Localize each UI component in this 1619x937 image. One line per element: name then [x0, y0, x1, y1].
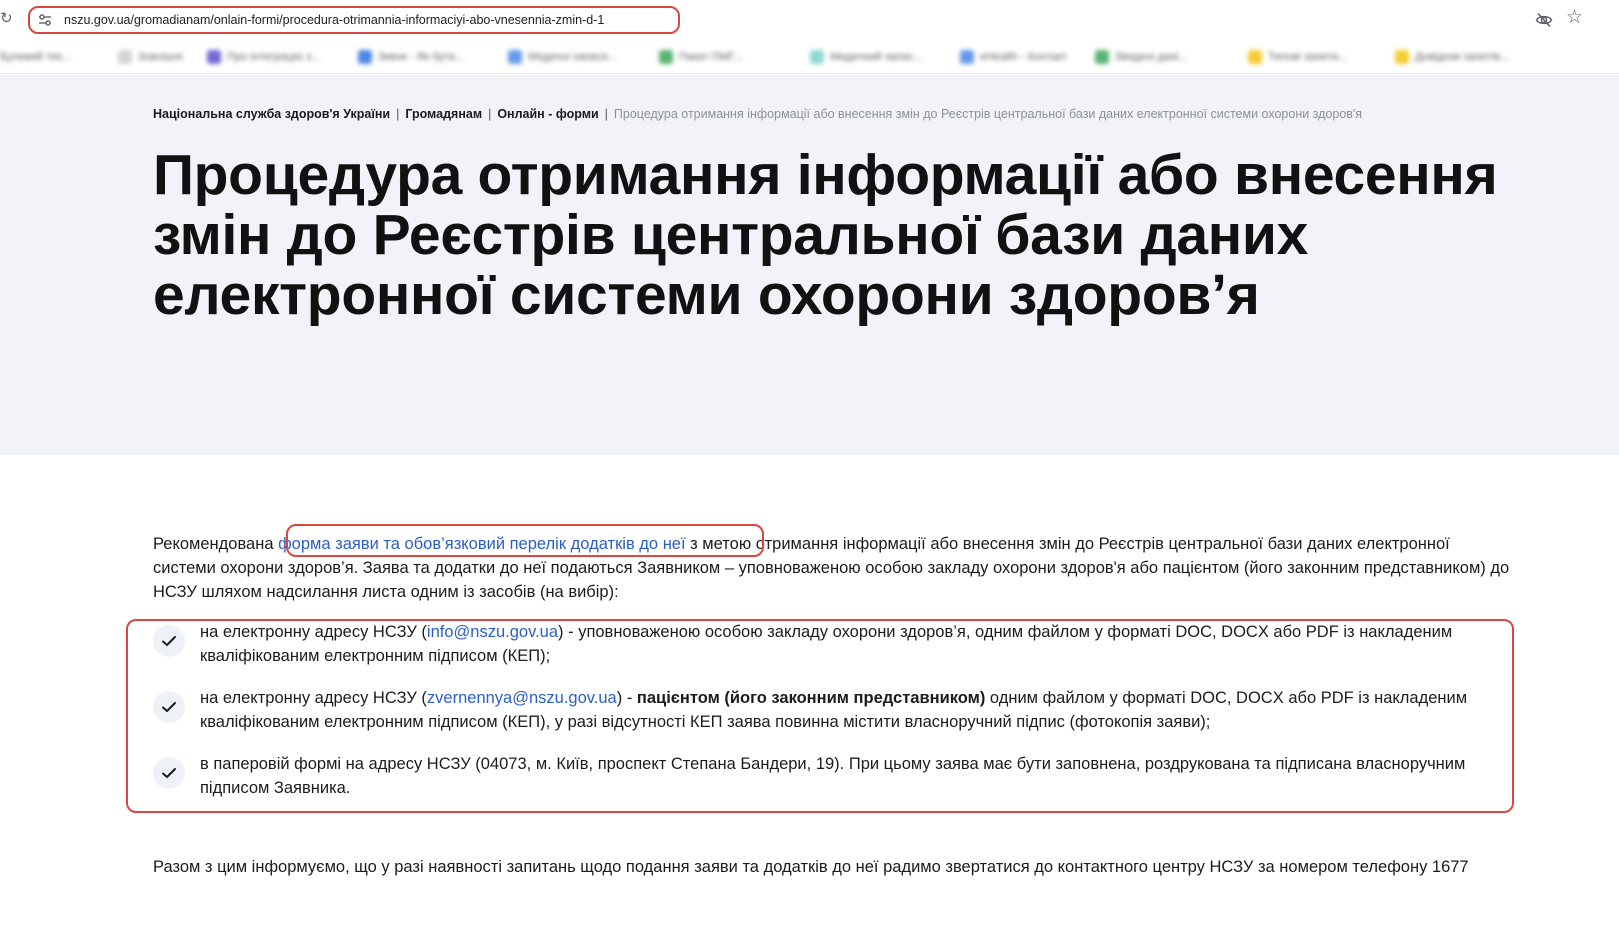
- zvernennya-email-link[interactable]: zvernennya@nszu.gov.ua: [427, 689, 617, 707]
- bookmark-favicon-icon: [358, 50, 372, 64]
- browser-toolbar: ↻ nszu.gov.ua/gromadianam/onlain-formi/p…: [0, 0, 1619, 40]
- address-bar[interactable]: nszu.gov.ua/gromadianam/onlain-formi/pro…: [28, 6, 680, 34]
- eye-off-icon[interactable]: [1535, 11, 1553, 29]
- bookmark-item[interactable]: Зовнішні: [118, 50, 182, 64]
- bookmark-favicon-icon: [1248, 50, 1262, 64]
- list-item: на електронну адресу НСЗУ (zvernennya@ns…: [153, 686, 1493, 734]
- bookmark-item[interactable]: eHealth - Контакт: [960, 50, 1067, 64]
- bookmarks-bar: Булевий тек... Зовнішні Про інтеграцію з…: [0, 40, 1619, 74]
- contact-center-note: Разом з цим інформуємо, що у разі наявно…: [153, 858, 1469, 876]
- bookmark-favicon-icon: [118, 50, 132, 64]
- breadcrumb-separator: |: [396, 107, 400, 121]
- bookmark-item[interactable]: Зміни - Як бути...: [358, 50, 464, 64]
- breadcrumb-item-online-forms[interactable]: Онлайн - форми: [497, 107, 598, 121]
- check-icon: [153, 757, 185, 789]
- list-item: на електронну адресу НСЗУ (info@nszu.gov…: [153, 620, 1493, 668]
- page-header: Національна служба здоров'я України | Гр…: [0, 75, 1619, 455]
- bookmark-item[interactable]: Медичний запис...: [810, 50, 923, 64]
- check-icon: [153, 625, 185, 657]
- page-title: Процедура отримання інформації або внесе…: [153, 143, 1498, 327]
- bookmark-favicon-icon: [508, 50, 522, 64]
- bookmark-item[interactable]: Про інтеграцію з...: [207, 50, 320, 64]
- breadcrumb-item-home[interactable]: Національна служба здоров'я України: [153, 107, 390, 121]
- list-item-text: в паперовій формі на адресу НСЗУ (04073,…: [200, 755, 1466, 797]
- breadcrumb-current: Процедура отримання інформації або внесе…: [613, 107, 1363, 121]
- bookmark-item[interactable]: Булевий тек...: [0, 50, 71, 64]
- list-item: в паперовій формі на адресу НСЗУ (04073,…: [153, 752, 1493, 800]
- breadcrumb-separator: |: [488, 107, 492, 121]
- bookmark-item[interactable]: Пакет ПМГ...: [659, 50, 743, 64]
- list-item-text: на електронну адресу НСЗУ (zvernennya@ns…: [200, 689, 1468, 731]
- intro-text-before: Рекомендована: [153, 535, 279, 553]
- application-form-link[interactable]: форма заяви та обов’язковий перелік дода…: [278, 535, 685, 553]
- bookmark-favicon-icon: [659, 50, 673, 64]
- bookmark-item[interactable]: Зведені дані...: [1095, 50, 1188, 64]
- reload-icon[interactable]: ↻: [0, 11, 13, 27]
- bookmark-favicon-icon: [960, 50, 974, 64]
- bookmark-favicon-icon: [1395, 50, 1409, 64]
- tune-icon[interactable]: [38, 14, 52, 26]
- url-text[interactable]: nszu.gov.ua/gromadianam/onlain-formi/pro…: [64, 13, 604, 27]
- bookmark-item[interactable]: Типові запити...: [1248, 50, 1347, 64]
- bookmark-item[interactable]: Довідник запитів...: [1395, 50, 1509, 64]
- bookmark-item[interactable]: Медичні записи...: [508, 50, 617, 64]
- bookmark-favicon-icon: [810, 50, 824, 64]
- info-email-link[interactable]: info@nszu.gov.ua: [427, 623, 558, 641]
- bookmark-favicon-icon: [207, 50, 221, 64]
- breadcrumb-item-citizens[interactable]: Громадянам: [405, 107, 482, 121]
- star-icon[interactable]: ☆: [1566, 8, 1583, 28]
- breadcrumb: Національна служба здоров'я України | Гр…: [153, 107, 1362, 121]
- intro-paragraph: Рекомендована форма заяви та обов’язкови…: [153, 532, 1513, 604]
- breadcrumb-separator: |: [604, 107, 608, 121]
- check-icon: [153, 691, 185, 723]
- list-item-text: на електронну адресу НСЗУ (info@nszu.gov…: [200, 623, 1453, 665]
- bookmark-favicon-icon: [1095, 50, 1109, 64]
